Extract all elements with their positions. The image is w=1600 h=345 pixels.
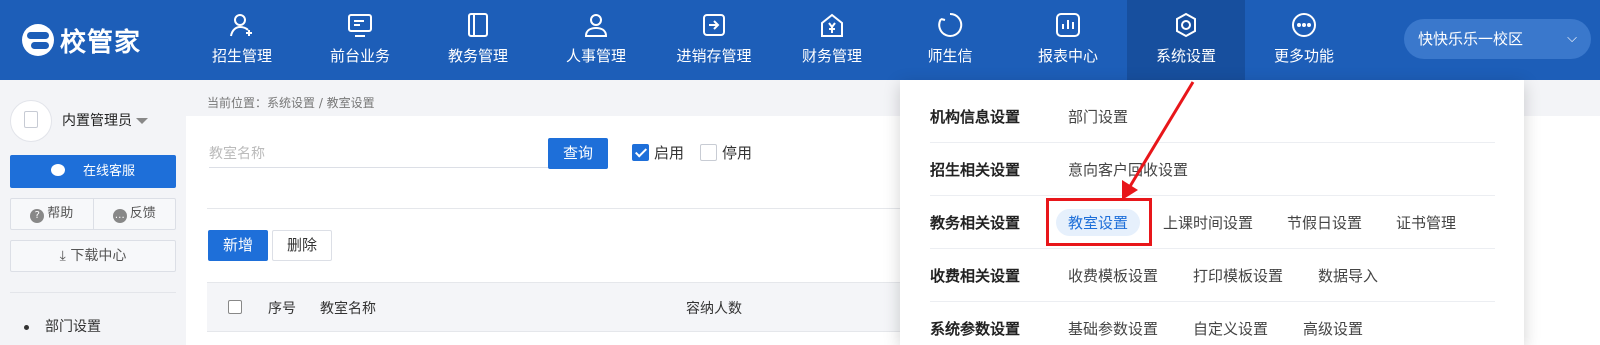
person-icon — [583, 12, 609, 38]
dropdown-link[interactable]: 节假日设置 — [1287, 212, 1362, 233]
dropdown-link[interactable]: 部门设置 — [1068, 106, 1128, 127]
select-all-checkbox[interactable] — [228, 300, 242, 314]
dropdown-link[interactable]: 打印模板设置 — [1193, 265, 1283, 286]
filter-divider — [207, 208, 900, 209]
download-center-button[interactable]: ⤓ 下载中心 — [10, 240, 176, 272]
nav-item-front-desk[interactable]: 前台业务 — [301, 0, 419, 80]
download-label: 下载中心 — [70, 248, 127, 264]
bullet-icon — [24, 324, 29, 330]
nav-label: 师生信 — [927, 47, 973, 65]
dropdown-link[interactable]: 自定义设置 — [1193, 318, 1268, 339]
feedback-button[interactable]: … 反馈 — [92, 199, 176, 229]
column-header-capacity[interactable]: 容纳人数 — [686, 298, 742, 318]
nav-item-hr[interactable]: 人事管理 — [537, 0, 655, 80]
dropdown-link[interactable]: 上课时间设置 — [1163, 212, 1253, 233]
delete-button[interactable]: 删除 — [272, 230, 332, 261]
nav-item-academic[interactable]: 教务管理 — [419, 0, 537, 80]
monitor-icon — [347, 12, 373, 38]
online-service-label: 在线客服 — [82, 164, 135, 179]
sidebar-item-label: 部门设置 — [45, 319, 101, 335]
feedback-icon: … — [112, 209, 127, 223]
dropdown-link[interactable]: 证书管理 — [1396, 212, 1456, 233]
annotation-highlight-box — [1046, 198, 1152, 246]
left-sidebar: 内置管理员 在线客服 ? 帮助 … 反馈 ⤓ 下载中心 部门设置 — [0, 80, 186, 345]
disabled-label: 停用 — [722, 144, 753, 162]
dropdown-category: 教务相关设置 — [930, 214, 1021, 232]
dropdown-row: 收费相关设置 收费模板设置 打印模板设置 数据导入 — [930, 249, 1495, 302]
dropdown-link[interactable]: 高级设置 — [1303, 318, 1363, 339]
feedback-label: 反馈 — [129, 206, 156, 221]
avatar[interactable] — [10, 100, 52, 142]
dropdown-row: 机构信息设置 部门设置 — [930, 90, 1495, 143]
dropdown-category: 收费相关设置 — [930, 267, 1021, 285]
user-add-icon — [229, 12, 255, 38]
dropdown-link[interactable]: 基础参数设置 — [1068, 318, 1158, 339]
dropdown-link[interactable]: 数据导入 — [1318, 265, 1378, 286]
user-menu[interactable]: 内置管理员 — [62, 110, 148, 130]
caret-down-icon — [136, 118, 148, 124]
dropdown-link[interactable]: 收费模板设置 — [1068, 265, 1158, 286]
chat-circle-icon — [937, 12, 963, 38]
question-icon: ? — [30, 209, 45, 223]
nav-item-inventory[interactable]: 进销存管理 — [655, 0, 773, 80]
dropdown-category: 招生相关设置 — [930, 161, 1021, 179]
help-label: 帮助 — [47, 206, 74, 221]
enabled-checkbox[interactable] — [632, 144, 649, 161]
download-icon: ⤓ — [59, 248, 66, 264]
dropdown-category: 系统参数设置 — [930, 320, 1021, 338]
campus-selector[interactable]: 快快乐乐一校区 ⌵ — [1404, 19, 1591, 59]
nav-item-finance[interactable]: 财务管理 — [773, 0, 891, 80]
dropdown-row: 教务相关设置 教室设置 上课时间设置 节假日设置 证书管理 — [930, 196, 1495, 249]
nav-label: 财务管理 — [801, 47, 862, 65]
dropdown-category: 机构信息设置 — [930, 108, 1021, 126]
nav-item-system-settings[interactable]: 系统设置 — [1127, 0, 1245, 80]
chat-bubble-icon — [50, 164, 65, 176]
help-button[interactable]: ? 帮助 — [11, 199, 93, 229]
nav-item-more[interactable]: 更多功能 — [1245, 0, 1363, 80]
nav-label: 系统设置 — [1155, 47, 1216, 65]
help-feedback-row: ? 帮助 … 反馈 — [10, 198, 176, 230]
classroom-name-search-input[interactable]: 教室名称 — [209, 140, 549, 168]
yen-house-icon — [819, 12, 845, 38]
nav-label: 进销存管理 — [676, 47, 752, 65]
chevron-down-icon: ⌵ — [1567, 31, 1577, 46]
disabled-checkbox[interactable] — [700, 144, 717, 161]
nav-label: 更多功能 — [1273, 47, 1334, 65]
top-navbar: 校管家 招生管理 前台业务 教务管理 人事管理 进销存管理 财务管理 师生信 报… — [0, 0, 1600, 80]
book-icon — [465, 12, 491, 38]
dropdown-row: 招生相关设置 意向客户回收设置 — [930, 143, 1495, 196]
sidebar-item-department[interactable]: 部门设置 — [24, 316, 101, 336]
logo-mark-icon — [22, 24, 54, 56]
column-header-index: 序号 — [268, 301, 296, 317]
username: 内置管理员 — [62, 113, 132, 129]
add-button[interactable]: 新增 — [208, 230, 268, 261]
enter-box-icon — [701, 12, 727, 38]
nav-item-enrollment[interactable]: 招生管理 — [183, 0, 301, 80]
nav-label: 人事管理 — [565, 47, 626, 65]
nav-label: 报表中心 — [1037, 47, 1098, 65]
bar-chart-icon — [1055, 12, 1081, 38]
more-dots-icon — [1291, 12, 1317, 38]
gear-icon — [1173, 12, 1199, 38]
nav-item-reports[interactable]: 报表中心 — [1009, 0, 1127, 80]
nav-item-messages[interactable]: 师生信 — [891, 0, 1009, 80]
online-service-button[interactable]: 在线客服 — [10, 155, 176, 188]
table-header — [207, 282, 900, 332]
app-logo[interactable]: 校管家 — [22, 20, 141, 60]
sidebar-divider — [10, 292, 176, 293]
breadcrumb: 当前位置：系统设置 / 教室设置 — [207, 96, 375, 110]
nav-label: 招生管理 — [211, 47, 272, 65]
nav-label: 前台业务 — [329, 47, 390, 65]
dropdown-row: 系统参数设置 基础参数设置 自定义设置 高级设置 — [930, 302, 1495, 345]
enabled-label: 启用 — [654, 144, 685, 162]
column-header-name[interactable]: 教室名称 — [320, 298, 376, 318]
query-button[interactable]: 查询 — [548, 138, 608, 169]
dropdown-link[interactable]: 意向客户回收设置 — [1068, 159, 1188, 180]
logo-text: 校管家 — [60, 27, 142, 58]
campus-name: 快快乐乐一校区 — [1418, 30, 1524, 48]
nav-label: 教务管理 — [447, 47, 508, 65]
